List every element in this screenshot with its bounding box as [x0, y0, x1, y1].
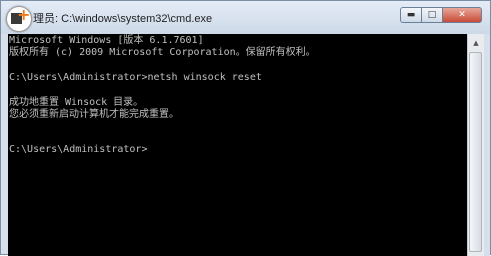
title-prefix: 理员: [33, 13, 59, 25]
window-frame-right [484, 34, 490, 256]
cmd-window: 理员: C:\windows\system32\cmd.exe ▬ □ ✕ Mi… [0, 0, 491, 256]
add-plus-icon[interactable]: + [6, 6, 32, 32]
scrollbar-thumb[interactable] [469, 52, 482, 252]
window-title: 理员: C:\windows\system32\cmd.exe [33, 10, 212, 26]
plus-icon: + [17, 5, 31, 24]
console-line: 版权所有 (c) 2009 Microsoft Corporation。保留所有… [9, 47, 316, 58]
console-area[interactable]: Microsoft Windows [版本 6.1.7601] 版权所有 (c)… [8, 34, 467, 256]
scroll-up-icon[interactable]: ▲ [468, 35, 484, 51]
title-bar[interactable]: 理员: C:\windows\system32\cmd.exe ▬ □ ✕ [1, 1, 490, 34]
close-button[interactable]: ✕ [442, 7, 482, 23]
title-path: C:\windows\system32\cmd.exe [61, 13, 213, 25]
console-line: 您必须重新启动计算机才能完成重置。 [9, 109, 179, 120]
minimize-icon: ▬ [406, 10, 416, 20]
console-line: 成功地重置 Winsock 目录。 [9, 97, 144, 108]
close-icon: ✕ [458, 10, 466, 20]
console-line: C:\Users\Administrator>netsh winsock res… [9, 72, 262, 83]
vertical-scrollbar[interactable]: ▲ [467, 34, 484, 256]
maximize-icon: □ [427, 10, 437, 20]
maximize-button[interactable]: □ [421, 7, 443, 23]
window-controls: ▬ □ ✕ [400, 7, 482, 25]
minimize-button[interactable]: ▬ [400, 7, 422, 23]
console-line: Microsoft Windows [版本 6.1.7601] [9, 35, 204, 46]
console-prompt: C:\Users\Administrator> [9, 144, 148, 155]
